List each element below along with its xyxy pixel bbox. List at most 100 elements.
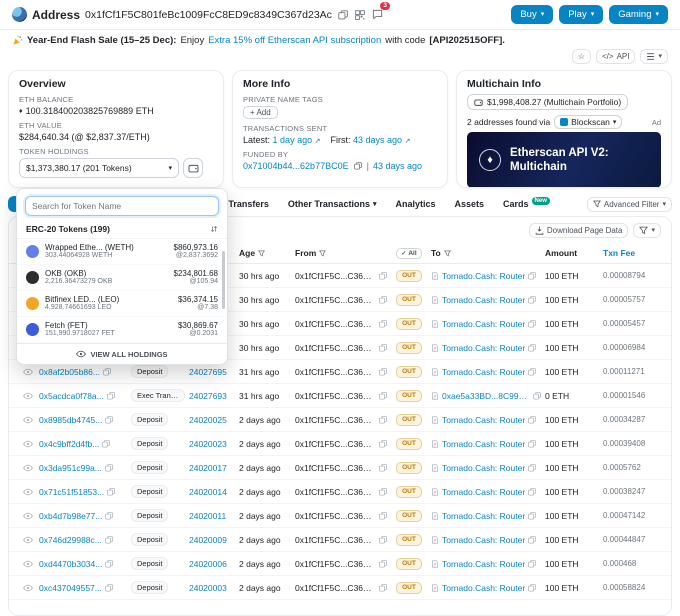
copy-icon[interactable] — [528, 463, 537, 472]
token-list-item[interactable]: Fetch (FET) 151,990.9718027 FET $30,869.… — [17, 317, 227, 343]
tab-analytics[interactable]: Analytics — [387, 196, 443, 212]
ad-banner[interactable]: ♦ Etherscan API V2: Multichain — [467, 132, 661, 187]
gaming-button[interactable]: Gaming ▾ — [609, 5, 668, 24]
copy-icon[interactable] — [379, 439, 387, 448]
from-address[interactable]: 0x1fCf1F5C...C367d23Ac — [295, 415, 376, 425]
tx-hash-link[interactable]: 0x8af2b05b86... — [39, 367, 100, 377]
from-address[interactable]: 0x1fCf1F5C...C367d23Ac — [295, 463, 376, 473]
block-link[interactable]: 24020011 — [189, 511, 226, 521]
download-page-data-button[interactable]: Download Page Data — [528, 223, 629, 238]
method-badge[interactable]: Exec Transact... — [131, 389, 185, 402]
to-address-link[interactable]: Tornado.Cash: Router — [442, 511, 525, 521]
copy-icon[interactable] — [528, 511, 537, 520]
table-filter-button[interactable]: ▾ — [633, 223, 661, 238]
method-badge[interactable]: Deposit — [131, 365, 169, 378]
add-name-tag-button[interactable]: + Add — [243, 106, 278, 119]
block-link[interactable]: 24020014 — [189, 487, 227, 497]
copy-icon[interactable] — [379, 367, 387, 376]
token-search-input[interactable] — [25, 196, 219, 216]
tx-preview-eye-icon[interactable] — [23, 367, 33, 377]
direction-filter-button[interactable]: ✓ All — [396, 247, 422, 259]
tx-preview-eye-icon[interactable] — [23, 391, 33, 401]
copy-icon[interactable] — [105, 583, 113, 592]
tx-hash-link[interactable]: 0x71c51f51853... — [39, 487, 104, 497]
tx-preview-eye-icon[interactable] — [23, 511, 33, 521]
copy-icon[interactable] — [379, 559, 387, 568]
copy-icon[interactable] — [379, 415, 387, 424]
copy-icon[interactable] — [379, 343, 387, 352]
copy-icon[interactable] — [379, 319, 387, 328]
block-link[interactable]: 24027695 — [189, 367, 227, 377]
api-button[interactable]: </> API — [596, 49, 636, 64]
from-address[interactable]: 0x1fCf1F5C...C367d23Ac — [295, 295, 376, 305]
token-list-item[interactable]: Bitfinex LED... (LEO) 4,928.74661693 LEO… — [17, 291, 227, 317]
token-holdings-select[interactable]: $1,373,380.17 (201 Tokens) ▾ — [19, 158, 179, 178]
tx-hash-link[interactable]: 0xc437049557... — [39, 583, 102, 593]
copy-icon[interactable] — [379, 391, 387, 400]
latest-sent-link[interactable]: 1 day ago — [273, 135, 313, 145]
copy-icon[interactable] — [379, 487, 387, 496]
copy-icon[interactable] — [105, 415, 114, 424]
funded-by-age-link[interactable]: 43 days ago — [373, 161, 422, 171]
to-address-link[interactable]: Tornado.Cash: Router — [442, 439, 525, 449]
address-value[interactable]: 0x1fCf1F5C801feBc1009FcC8ED9c8349C367d23… — [85, 9, 332, 21]
tx-hash-link[interactable]: 0xb4d7b98e77... — [39, 511, 102, 521]
chat-button[interactable]: 3 — [371, 2, 390, 21]
copy-icon[interactable] — [528, 271, 537, 280]
from-address[interactable]: 0x1fCf1F5C...C367d23Ac — [295, 343, 376, 353]
tx-preview-eye-icon[interactable] — [23, 559, 33, 569]
tab-cards[interactable]: Cards New — [495, 196, 558, 212]
copy-icon[interactable] — [528, 583, 537, 592]
tab-assets[interactable]: Assets — [447, 196, 493, 212]
multichain-portfolio-button[interactable]: $1,998,408.27 (Multichain Portfolio) — [467, 94, 629, 110]
tx-preview-eye-icon[interactable] — [23, 583, 33, 593]
blockscan-button[interactable]: Blockscan ▾ — [554, 115, 623, 129]
from-address[interactable]: 0x1fCf1F5C...C367d23Ac — [295, 439, 376, 449]
to-address-link[interactable]: Tornado.Cash: Router — [442, 535, 525, 545]
tx-hash-link[interactable]: 0x3da951c99a... — [39, 463, 102, 473]
filter-icon[interactable] — [443, 250, 451, 257]
block-link[interactable]: 24020017 — [189, 463, 227, 473]
copy-icon[interactable] — [107, 487, 116, 496]
copy-icon[interactable] — [105, 511, 114, 520]
block-link[interactable]: 24020009 — [189, 535, 227, 545]
to-address-link[interactable]: Tornado.Cash: Router — [442, 583, 525, 593]
qr-code-button[interactable] — [354, 9, 366, 21]
block-link[interactable]: 24020023 — [189, 439, 227, 449]
tx-hash-link[interactable]: 0x8985db4745... — [39, 415, 102, 425]
favorite-button[interactable]: ☆ — [571, 49, 591, 64]
method-badge[interactable]: Deposit — [131, 581, 169, 594]
to-address-link[interactable]: Tornado.Cash: Router — [442, 319, 525, 329]
filter-icon[interactable] — [319, 250, 327, 257]
token-list-item[interactable]: Wrapped Ethe... (WETH) 303.44064928 WETH… — [17, 239, 227, 265]
tx-preview-eye-icon[interactable] — [23, 463, 33, 473]
copy-icon[interactable] — [528, 535, 537, 544]
tx-preview-eye-icon[interactable] — [23, 415, 33, 425]
tx-hash-link[interactable]: 0x4c9bff2d4fb... — [39, 439, 99, 449]
copy-icon[interactable] — [106, 391, 115, 400]
block-link[interactable]: 24020025 — [189, 415, 227, 425]
block-link[interactable]: 24020006 — [189, 559, 227, 569]
to-address-link[interactable]: Tornado.Cash: Router — [442, 271, 525, 281]
tx-hash-link[interactable]: 0x5acdca0f78a... — [39, 391, 104, 401]
dropdown-scrollbar[interactable] — [222, 251, 225, 309]
to-address-link[interactable]: Tornado.Cash: Router — [442, 487, 525, 497]
copy-icon[interactable] — [379, 295, 387, 304]
buy-button[interactable]: Buy ▾ — [511, 5, 554, 24]
token-list-item[interactable]: OKB (OKB) 2,216.36473279 OKB $234,801.68… — [17, 265, 227, 291]
from-address[interactable]: 0x1fCf1F5C...C367d23Ac — [295, 511, 376, 521]
copy-icon[interactable] — [528, 487, 537, 496]
copy-icon[interactable] — [528, 559, 537, 568]
to-address-link[interactable]: Tornado.Cash: Router — [442, 343, 525, 353]
method-badge[interactable]: Deposit — [131, 437, 169, 450]
copy-icon[interactable] — [379, 583, 387, 592]
copy-icon[interactable] — [379, 463, 387, 472]
copy-icon[interactable] — [379, 535, 387, 544]
copy-icon[interactable] — [105, 559, 114, 568]
to-address-link[interactable]: Tornado.Cash: Router — [442, 367, 525, 377]
copy-icon[interactable] — [379, 271, 387, 280]
advanced-filter-button[interactable]: Advanced Filter ▾ — [586, 196, 672, 212]
copy-funder-button[interactable] — [353, 161, 363, 171]
tx-preview-eye-icon[interactable] — [23, 439, 33, 449]
to-address-link[interactable]: Tornado.Cash: Router — [442, 415, 525, 425]
